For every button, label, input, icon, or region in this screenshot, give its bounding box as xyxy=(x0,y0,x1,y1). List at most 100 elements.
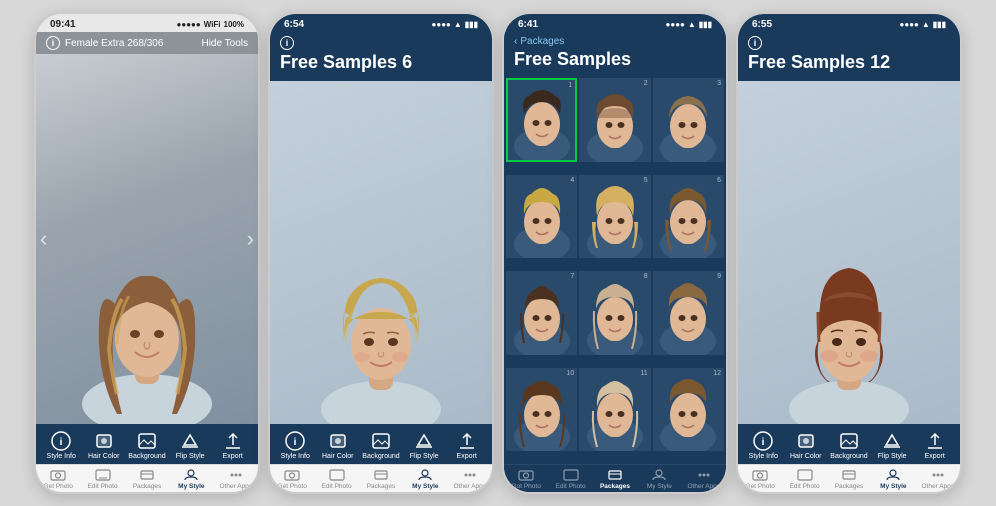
tab-other-apps-4[interactable]: Other Apps xyxy=(920,468,956,490)
tab-get-photo-4[interactable]: Get Photo xyxy=(742,468,778,490)
face-svg-7 xyxy=(511,283,573,355)
edit-photo-label-3: Edit Photo xyxy=(556,483,586,490)
cell-num-7: 7 xyxy=(570,273,574,280)
grid-cell-4[interactable]: 4 xyxy=(506,175,577,259)
nav-arrow-right-1[interactable]: › xyxy=(247,226,254,252)
status-right-1: ●●●●● WiFi 100% xyxy=(177,20,244,29)
toolbar-export-2[interactable]: Export xyxy=(449,430,485,460)
toolbar-flip-style-1[interactable]: Flip Style xyxy=(172,430,208,460)
tab-edit-photo-4[interactable]: Edit Photo xyxy=(787,468,823,490)
grid-cell-7[interactable]: 7 xyxy=(506,271,577,355)
tab-packages-1[interactable]: Packages xyxy=(129,468,165,490)
cell-num-10: 10 xyxy=(567,370,575,377)
info-row-4: i xyxy=(748,36,950,50)
wifi-3: ▲ xyxy=(688,20,696,29)
other-apps-label-1: Other Apps xyxy=(219,483,252,490)
grid-cell-10[interactable]: 10 xyxy=(506,368,577,452)
tab-my-style-2[interactable]: My Style xyxy=(407,468,443,490)
get-photo-icon-4 xyxy=(751,468,769,482)
hide-tools-btn-1[interactable]: Hide Tools xyxy=(201,38,248,49)
wifi-2: ▲ xyxy=(454,20,462,29)
toolbar-background-1[interactable]: Background xyxy=(128,430,165,460)
grid-cell-5[interactable]: 5 xyxy=(579,175,650,259)
cell-num-5: 5 xyxy=(644,177,648,184)
phone-2: 6:54 ●●●● ▲ ▮▮▮ i Free Samples 6 xyxy=(268,12,494,494)
packages-label-4: Packages xyxy=(835,483,864,490)
signal-2: ●●●● xyxy=(432,20,451,29)
back-label-3[interactable]: Packages xyxy=(520,36,564,47)
tab-edit-photo-2[interactable]: Edit Photo xyxy=(319,468,355,490)
my-style-label-4: My Style xyxy=(880,483,906,490)
toolbar-style-info-2[interactable]: i Style Info xyxy=(277,430,313,460)
toolbar-export-1[interactable]: Export xyxy=(215,430,251,460)
app-area-1: i Female Extra 268/306 Hide Tools xyxy=(36,32,258,492)
tab-edit-photo-1[interactable]: Edit Photo xyxy=(85,468,121,490)
tab-edit-photo-3[interactable]: Edit Photo xyxy=(553,468,589,490)
grid-header-3: ‹ Packages Free Samples xyxy=(504,32,726,76)
toolbar-hair-color-1[interactable]: Hair Color xyxy=(86,430,122,460)
status-right-4: ●●●● ▲ ▮▮▮ xyxy=(900,20,946,29)
grid-cell-9[interactable]: 9 xyxy=(653,271,724,355)
phones-wrapper: 09:41 ●●●●● WiFi 100% i Female Extra 268… xyxy=(0,0,996,506)
info-row-2: i xyxy=(280,36,482,50)
grid-cell-1[interactable]: 1 xyxy=(506,78,577,162)
grid-cell-6[interactable]: 6 xyxy=(653,175,724,259)
background-label-1: Background xyxy=(128,453,165,460)
toolbar-background-2[interactable]: Background xyxy=(362,430,399,460)
toolbar-flip-style-2[interactable]: Flip Style xyxy=(406,430,442,460)
other-apps-icon-2 xyxy=(461,468,479,482)
tab-packages-4[interactable]: Packages xyxy=(831,468,867,490)
toolbar-flip-style-4[interactable]: Flip Style xyxy=(874,430,910,460)
toolbar-icons-2: i Style Info Hair Color Background Flip … xyxy=(270,428,492,462)
tab-got-photo-3[interactable]: Got Photo xyxy=(508,468,544,490)
tab-packages-3[interactable]: Packages xyxy=(597,468,633,490)
edit-photo-icon-3 xyxy=(562,468,580,482)
time-3: 6:41 xyxy=(518,19,538,30)
app-area-4: i Free Samples 12 xyxy=(738,32,960,492)
grid-cell-2[interactable]: 2 xyxy=(579,78,650,162)
info-icon-4[interactable]: i xyxy=(748,36,762,50)
my-style-label-3: My Style xyxy=(647,483,672,490)
phone-3: 6:41 ●●●● ▲ ▮▮▮ ‹ Packages Free Samples … xyxy=(502,12,728,494)
packages-icon-2 xyxy=(372,468,390,482)
tab-other-apps-3[interactable]: Other Apps xyxy=(686,468,722,490)
flip-style-icon-4 xyxy=(881,430,903,452)
grid-cell-11[interactable]: 11 xyxy=(579,368,650,452)
flip-style-icon-2 xyxy=(413,430,435,452)
toolbar-hair-color-2[interactable]: Hair Color xyxy=(320,430,356,460)
tab-my-style-3[interactable]: My Style xyxy=(641,468,677,490)
header-bar-1: i Female Extra 268/306 Hide Tools xyxy=(36,32,258,54)
hair-color-label-4: Hair Color xyxy=(790,453,822,460)
flip-style-icon-1 xyxy=(179,430,201,452)
cell-num-11: 11 xyxy=(640,370,647,377)
toolbar-export-4[interactable]: Export xyxy=(917,430,953,460)
tab-get-photo-1[interactable]: Get Photo xyxy=(40,468,76,490)
export-label-1: Export xyxy=(223,453,243,460)
my-style-icon-2 xyxy=(416,468,434,482)
toolbar-background-4[interactable]: Background xyxy=(830,430,867,460)
cell-num-9: 9 xyxy=(717,273,721,280)
tab-my-style-4[interactable]: My Style xyxy=(875,468,911,490)
toolbar-style-info-4[interactable]: i Style Info xyxy=(745,430,781,460)
toolbar-style-info-1[interactable]: i Style Info xyxy=(43,430,79,460)
header-title-1: Female Extra 268/306 xyxy=(65,38,163,49)
grid-title-3: Free Samples xyxy=(514,49,716,70)
info-icon-2[interactable]: i xyxy=(280,36,294,50)
other-apps-icon-3 xyxy=(695,468,713,482)
grid-cell-12[interactable]: 12 xyxy=(653,368,724,452)
my-style-icon-4 xyxy=(884,468,902,482)
tab-other-apps-1[interactable]: Other Apps xyxy=(218,468,254,490)
cell-num-3: 3 xyxy=(717,80,721,87)
grid-cell-3[interactable]: 3 xyxy=(653,78,724,162)
tab-packages-2[interactable]: Packages xyxy=(363,468,399,490)
toolbar-hair-color-4[interactable]: Hair Color xyxy=(788,430,824,460)
tab-other-apps-2[interactable]: Other Apps xyxy=(452,468,488,490)
tab-my-style-1[interactable]: My Style xyxy=(173,468,209,490)
nav-arrow-left-1[interactable]: ‹ xyxy=(40,226,47,252)
other-apps-label-4: Other Apps xyxy=(921,483,954,490)
tab-get-photo-2[interactable]: Get Photo xyxy=(274,468,310,490)
info-icon-1[interactable]: i xyxy=(46,36,60,50)
signal-1: ●●●●● xyxy=(177,20,201,29)
export-icon-1 xyxy=(222,430,244,452)
grid-cell-8[interactable]: 8 xyxy=(579,271,650,355)
